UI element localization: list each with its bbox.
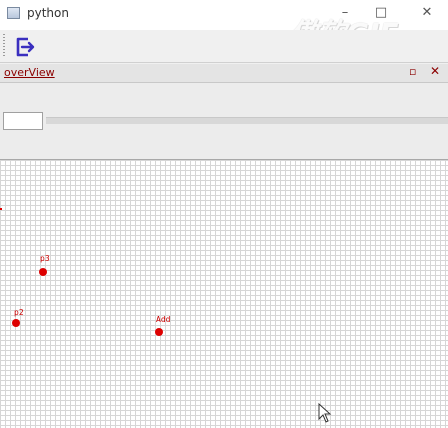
window-title: python xyxy=(27,6,69,20)
point-label: p2 xyxy=(14,308,24,317)
point-dot[interactable] xyxy=(39,268,47,276)
mouse-cursor-icon xyxy=(318,403,332,423)
slider-groove[interactable] xyxy=(46,117,448,124)
close-dock-button[interactable]: ✕ xyxy=(430,64,440,78)
float-dock-button[interactable]: ▫ xyxy=(409,65,416,78)
dock-title: overView xyxy=(4,66,55,79)
minimize-button[interactable]: – xyxy=(330,2,360,24)
toolbar xyxy=(0,30,448,63)
title-bar: python 傲软GIF – □ ✕ xyxy=(0,0,448,50)
point-label: Add xyxy=(156,315,171,324)
dock-panel xyxy=(0,83,448,160)
close-window-button[interactable]: ✕ xyxy=(412,2,442,24)
point-dot[interactable] xyxy=(12,319,20,327)
slider-handle[interactable] xyxy=(3,112,43,130)
point-label: p3 xyxy=(40,254,50,263)
graph-canvas[interactable]: p3 p2 Add xyxy=(0,160,448,428)
maximize-button[interactable]: □ xyxy=(366,2,396,24)
point-dot[interactable] xyxy=(155,328,163,336)
exit-button[interactable] xyxy=(10,33,38,61)
dock-titlebar[interactable]: overView ▫ ✕ xyxy=(0,64,448,83)
app-icon xyxy=(7,7,20,19)
edge-marker xyxy=(0,208,2,210)
toolbar-grip[interactable] xyxy=(3,34,5,58)
exit-door-icon xyxy=(16,37,35,57)
